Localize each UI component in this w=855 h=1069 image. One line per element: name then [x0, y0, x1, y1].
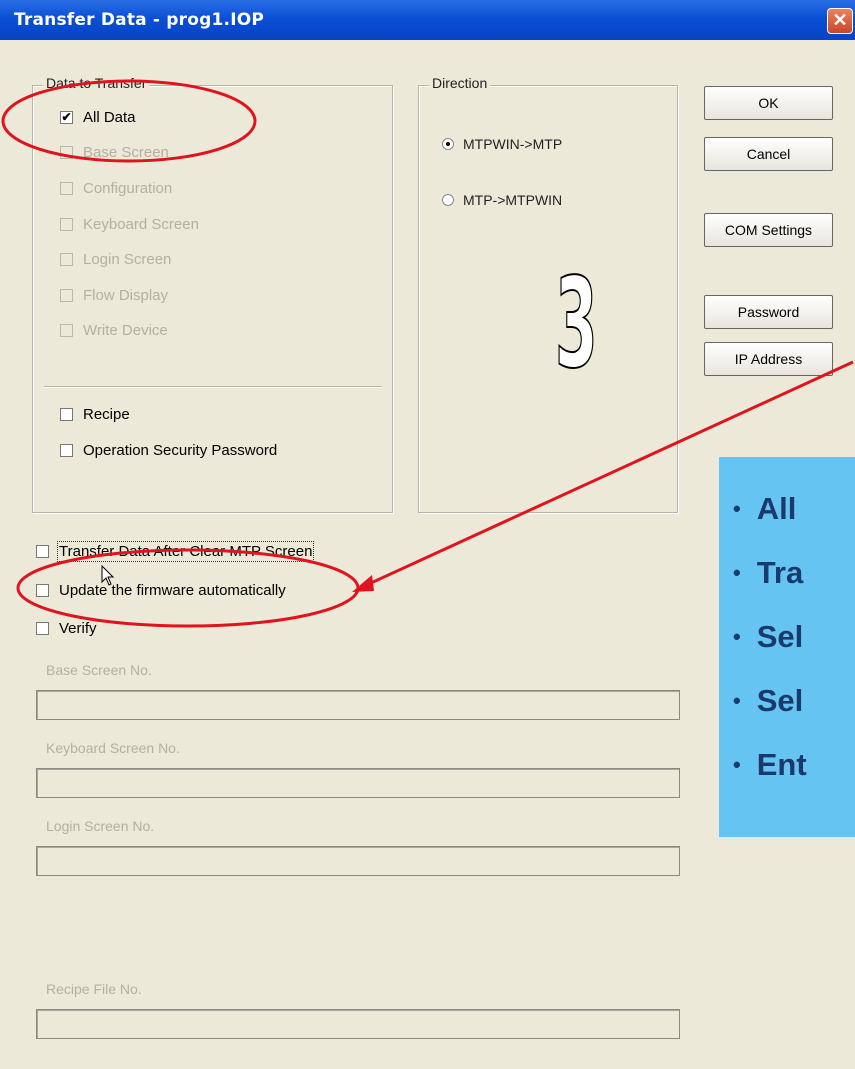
- recipe-file-no-field[interactable]: [36, 1009, 680, 1039]
- info-bullet-text: Tra: [756, 555, 804, 590]
- checkbox-box[interactable]: [36, 545, 49, 558]
- window-title: Transfer Data - prog1.IOP: [14, 10, 265, 30]
- checkbox-base-screen[interactable]: Base Screen: [60, 144, 169, 161]
- group-divider: [44, 386, 382, 388]
- keyboard-screen-no-field[interactable]: [36, 768, 680, 798]
- recipe-file-no-label: Recipe File No.: [46, 981, 142, 997]
- radio-label: MTP->MTPWIN: [463, 192, 563, 208]
- checkbox-label: Login Screen: [83, 251, 172, 268]
- info-bullet: • Ent: [733, 747, 807, 782]
- cancel-button[interactable]: Cancel: [704, 137, 833, 171]
- close-icon[interactable]: ✕: [827, 8, 853, 34]
- info-bullet: • Sel: [733, 683, 804, 718]
- radio-dot[interactable]: [442, 138, 454, 150]
- checkbox-box[interactable]: ✔: [60, 111, 73, 124]
- data-to-transfer-legend: Data to Transfer: [43, 75, 150, 91]
- login-screen-no-field[interactable]: [36, 846, 680, 876]
- info-bullet-text: All: [756, 491, 797, 526]
- checkbox-label: Configuration: [83, 180, 173, 197]
- checkbox-label: All Data: [83, 109, 136, 126]
- checkbox-box[interactable]: [60, 253, 73, 266]
- ip-address-button[interactable]: IP Address: [704, 342, 833, 376]
- checkbox-label: Flow Display: [83, 287, 169, 304]
- radio-dot[interactable]: [442, 194, 454, 206]
- ok-button[interactable]: OK: [704, 86, 833, 120]
- checkbox-label: Transfer Data After Clear MTP Screen: [56, 541, 315, 562]
- step-number: 3: [554, 252, 598, 396]
- checkbox-box[interactable]: [60, 324, 73, 337]
- checkbox-label: Keyboard Screen: [83, 216, 199, 233]
- radio-mtpwin-to-mtp[interactable]: MTPWIN->MTP: [442, 136, 562, 152]
- keyboard-screen-no-label: Keyboard Screen No.: [46, 740, 180, 756]
- checkbox-recipe[interactable]: Recipe: [60, 406, 130, 423]
- checkbox-box[interactable]: [60, 146, 73, 159]
- checkbox-box[interactable]: [60, 218, 73, 231]
- info-bullet: • All: [733, 491, 797, 526]
- radio-label: MTPWIN->MTP: [463, 136, 563, 152]
- checkbox-write-device[interactable]: Write Device: [60, 322, 168, 339]
- checkbox-flow-display[interactable]: Flow Display: [60, 287, 168, 304]
- checkbox-keyboard-screen[interactable]: Keyboard Screen: [60, 216, 199, 233]
- base-screen-no-label: Base Screen No.: [46, 662, 152, 678]
- info-bullet-text: Sel: [756, 683, 804, 718]
- checkbox-verify[interactable]: Verify: [36, 620, 97, 637]
- info-bullet-text: Sel: [756, 619, 804, 654]
- checkbox-operation-security-password[interactable]: Operation Security Password: [60, 442, 277, 459]
- info-box: • All • Tra • Sel • Sel • Ent: [719, 457, 855, 837]
- base-screen-no-field[interactable]: [36, 690, 680, 720]
- checkbox-box[interactable]: [36, 622, 49, 635]
- checkbox-label: Base Screen: [83, 144, 169, 161]
- checkbox-label: Write Device: [83, 322, 168, 339]
- direction-legend: Direction: [429, 75, 491, 91]
- checkbox-configuration[interactable]: Configuration: [60, 180, 172, 197]
- com-settings-button[interactable]: COM Settings: [704, 213, 833, 247]
- checkbox-label: Verify: [59, 620, 97, 637]
- checkbox-box[interactable]: [60, 289, 73, 302]
- checkbox-label: Update the firmware automatically: [59, 582, 286, 599]
- checkbox-box[interactable]: [36, 584, 49, 597]
- login-screen-no-label: Login Screen No.: [46, 818, 155, 834]
- checkbox-box[interactable]: [60, 444, 73, 457]
- checkbox-update-firmware[interactable]: Update the firmware automatically: [36, 582, 286, 599]
- checkbox-label: Recipe: [83, 406, 130, 423]
- checkbox-label: Operation Security Password: [83, 442, 278, 459]
- info-bullet: • Tra: [733, 555, 804, 590]
- radio-mtp-to-mtpwin[interactable]: MTP->MTPWIN: [442, 192, 562, 208]
- checkbox-transfer-after-clear[interactable]: Transfer Data After Clear MTP Screen: [36, 541, 315, 562]
- checkbox-login-screen[interactable]: Login Screen: [60, 251, 171, 268]
- checkbox-box[interactable]: [60, 182, 73, 195]
- info-bullet-text: Ent: [756, 747, 807, 782]
- checkbox-box[interactable]: [60, 408, 73, 421]
- title-bar: Transfer Data - prog1.IOP ✕: [0, 0, 855, 40]
- checkbox-all-data[interactable]: ✔ All Data: [60, 109, 136, 126]
- info-bullet: • Sel: [733, 619, 804, 654]
- password-button[interactable]: Password: [704, 295, 833, 329]
